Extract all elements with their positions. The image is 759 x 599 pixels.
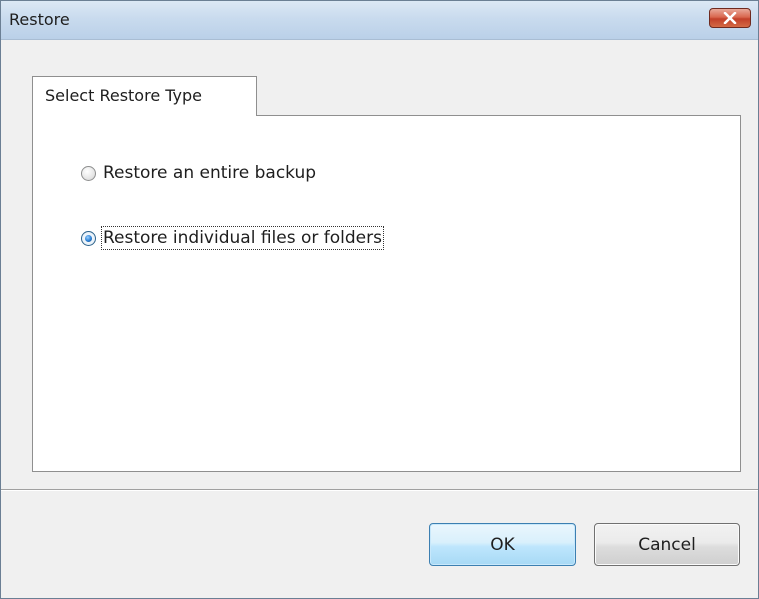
- tab-label: Select Restore Type: [45, 86, 202, 105]
- ok-button[interactable]: OK: [429, 523, 576, 566]
- window-title: Restore: [9, 10, 70, 29]
- radio-option-entire-backup[interactable]: Restore an entire backup: [81, 161, 317, 185]
- close-icon: [723, 12, 737, 24]
- title-bar: Restore: [1, 1, 758, 40]
- radio-button-unchecked[interactable]: [81, 165, 96, 181]
- tab-select-restore-type[interactable]: Select Restore Type: [32, 76, 257, 116]
- close-button[interactable]: [709, 8, 751, 28]
- cancel-button[interactable]: Cancel: [594, 523, 740, 566]
- radio-option-individual-files[interactable]: Restore individual files or folders: [81, 226, 384, 250]
- restore-dialog: Restore Select Restore Type Restore an e…: [0, 0, 759, 599]
- radio-label-individual-files[interactable]: Restore individual files or folders: [101, 226, 384, 250]
- radio-button-checked[interactable]: [81, 230, 96, 246]
- footer-separator: [1, 489, 758, 491]
- radio-label-entire-backup[interactable]: Restore an entire backup: [102, 162, 317, 184]
